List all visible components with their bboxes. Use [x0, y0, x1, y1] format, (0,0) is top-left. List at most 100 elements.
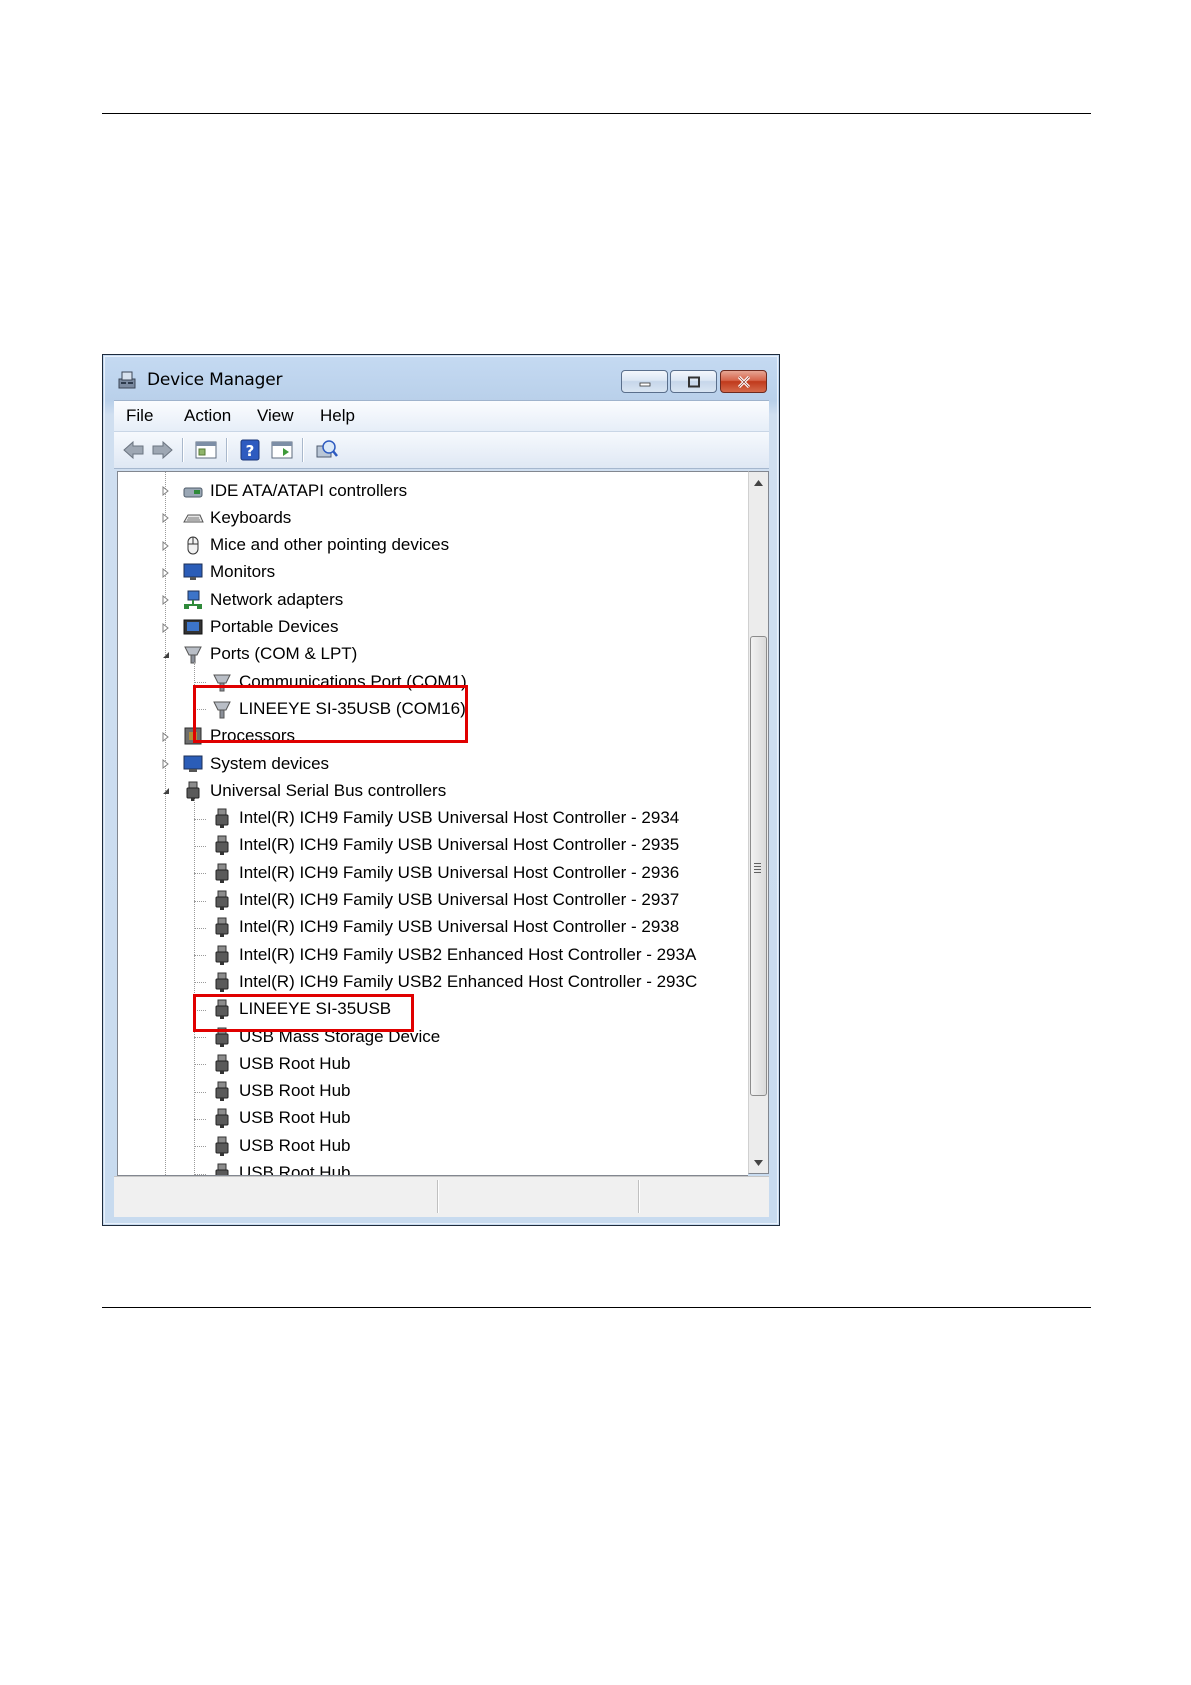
- window-title: Device Manager: [147, 370, 283, 390]
- expand-arrow-icon[interactable]: [161, 731, 171, 742]
- tree-category[interactable]: Mice and other pointing devices: [182, 532, 449, 559]
- tree-device-label: Intel(R) ICH9 Family USB Universal Host …: [239, 835, 680, 855]
- tree-device-item[interactable]: USB Root Hub: [211, 1105, 351, 1132]
- close-icon: [737, 375, 750, 388]
- tree-device-label: USB Root Hub: [239, 1053, 351, 1073]
- usb-icon: [215, 1108, 229, 1129]
- expand-arrow-icon[interactable]: [161, 622, 171, 633]
- collapse-arrow-icon[interactable]: [161, 786, 171, 796]
- tree-device-item[interactable]: Intel(R) ICH9 Family USB Universal Host …: [211, 832, 679, 859]
- tree-category[interactable]: Keyboards: [182, 504, 291, 531]
- expand-arrow-icon[interactable]: [161, 567, 171, 578]
- chevron-up-icon: [754, 479, 763, 486]
- usb-icon: [215, 917, 229, 938]
- update-driver-icon[interactable]: [270, 439, 294, 461]
- tree-category[interactable]: Monitors: [182, 559, 275, 586]
- tree-category[interactable]: Universal Serial Bus controllers: [182, 777, 446, 804]
- tree-device-item[interactable]: LINEEYE SI-35USB (COM16): [211, 695, 466, 722]
- usb-icon: [215, 945, 229, 965]
- usb-icon: [215, 835, 229, 856]
- scan-hardware-icon[interactable]: [314, 439, 338, 461]
- tree-device-item[interactable]: Intel(R) ICH9 Family USB Universal Host …: [211, 805, 679, 832]
- tree-category[interactable]: Portable Devices: [182, 614, 339, 641]
- tree-device-label: Intel(R) ICH9 Family USB2 Enhanced Host …: [239, 971, 698, 991]
- tree-device-item[interactable]: USB Mass Storage Device: [211, 1023, 440, 1050]
- tree-device-label: LINEEYE SI-35USB (COM16): [239, 698, 466, 718]
- tree-device-item[interactable]: Intel(R) ICH9 Family USB Universal Host …: [211, 914, 679, 941]
- tree-category-label: Ports (COM & LPT): [210, 644, 358, 664]
- device-manager-icon: [118, 371, 136, 389]
- usb-icon: [215, 1027, 229, 1047]
- tree-device-label: Communications Port (COM1): [239, 671, 467, 691]
- close-button[interactable]: [720, 370, 767, 393]
- processor-icon: [184, 727, 202, 745]
- usb-icon: [215, 999, 229, 1020]
- tree-category[interactable]: Network adapters: [182, 586, 343, 613]
- tree-device-item[interactable]: Intel(R) ICH9 Family USB Universal Host …: [211, 887, 679, 914]
- title-bar[interactable]: Device Manager: [103, 355, 779, 399]
- scroll-down-button[interactable]: [749, 1153, 768, 1172]
- tree-category-label: Mice and other pointing devices: [210, 535, 450, 555]
- tree-device-label: LINEEYE SI-35USB: [239, 999, 392, 1019]
- tree-device-item[interactable]: Intel(R) ICH9 Family USB2 Enhanced Host …: [211, 968, 697, 995]
- tree-category[interactable]: System devices: [182, 750, 329, 777]
- scroll-grip-icon: [754, 863, 761, 875]
- tree-category-label: Portable Devices: [210, 617, 339, 636]
- tree-category-label: Universal Serial Bus controllers: [210, 780, 447, 800]
- usb-icon: [215, 972, 229, 992]
- tree-device-label: Intel(R) ICH9 Family USB Universal Host …: [239, 917, 680, 937]
- tree-device-item[interactable]: Intel(R) ICH9 Family USB Universal Host …: [211, 859, 679, 886]
- menu-action[interactable]: Action: [184, 406, 231, 426]
- menu-file[interactable]: File: [126, 406, 153, 426]
- tree-category-label: Keyboards: [210, 507, 292, 527]
- menu-help[interactable]: Help: [320, 406, 355, 426]
- expand-arrow-icon[interactable]: [161, 540, 171, 551]
- device-manager-window: Device Manager File Action View Help ? I…: [102, 354, 780, 1226]
- tree-device-label: Intel(R) ICH9 Family USB Universal Host …: [239, 862, 680, 882]
- tree-category-label: System devices: [210, 753, 330, 773]
- system-device-icon: [183, 755, 203, 772]
- scroll-up-button[interactable]: [749, 473, 768, 492]
- minimize-button[interactable]: [621, 370, 668, 393]
- tree-device-item[interactable]: Intel(R) ICH9 Family USB2 Enhanced Host …: [211, 941, 696, 968]
- expand-arrow-icon[interactable]: [161, 759, 171, 769]
- tree-device-label: Intel(R) ICH9 Family USB Universal Host …: [239, 808, 680, 828]
- tree-device-label: USB Root Hub: [239, 1108, 351, 1128]
- page-top-rule: [102, 113, 1091, 114]
- tree-category[interactable]: IDE ATA/ATAPI controllers: [182, 477, 407, 504]
- tree-device-item[interactable]: LINEEYE SI-35USB: [211, 996, 391, 1023]
- tree-device-item[interactable]: USB Root Hub: [211, 1132, 351, 1159]
- status-bar: [114, 1176, 769, 1217]
- vertical-scrollbar[interactable]: [748, 471, 769, 1174]
- help-icon[interactable]: ?: [238, 439, 262, 461]
- usb-icon: [186, 781, 200, 801]
- tree-device-item[interactable]: USB Root Hub: [211, 1078, 351, 1105]
- usb-icon: [215, 1081, 229, 1102]
- tree-device-label: Intel(R) ICH9 Family USB2 Enhanced Host …: [239, 944, 697, 964]
- expand-arrow-icon[interactable]: [161, 595, 171, 606]
- ide-controller-icon: [183, 487, 203, 497]
- menu-bar: File Action View Help: [114, 400, 769, 431]
- expand-arrow-icon[interactable]: [161, 513, 171, 524]
- maximize-icon: [687, 376, 700, 387]
- maximize-button[interactable]: [670, 370, 717, 393]
- tree-category[interactable]: Ports (COM & LPT): [182, 641, 357, 668]
- forward-icon[interactable]: [150, 439, 174, 461]
- tree-device-item[interactable]: USB Root Hub: [211, 1050, 351, 1077]
- tree-category-label: Processors: [210, 726, 296, 746]
- back-icon[interactable]: [122, 439, 146, 461]
- mouse-icon: [187, 536, 199, 555]
- device-tree[interactable]: IDE ATA/ATAPI controllers Keyboards Mice a…: [117, 471, 748, 1176]
- tree-category-label: IDE ATA/ATAPI controllers: [210, 480, 408, 500]
- page-bottom-rule: [102, 1307, 1091, 1308]
- collapse-arrow-icon[interactable]: [161, 650, 171, 660]
- port-icon: [184, 646, 202, 664]
- usb-icon: [215, 808, 229, 829]
- tree-device-label: USB Root Hub: [239, 1135, 351, 1155]
- tree-device-item[interactable]: Communications Port (COM1): [211, 668, 467, 695]
- tree-device-item[interactable]: USB Root Hub: [211, 1160, 351, 1175]
- menu-view[interactable]: View: [257, 406, 294, 426]
- tree-category[interactable]: Processors: [182, 723, 295, 750]
- expand-arrow-icon[interactable]: [161, 486, 171, 496]
- properties-icon[interactable]: [194, 439, 218, 461]
